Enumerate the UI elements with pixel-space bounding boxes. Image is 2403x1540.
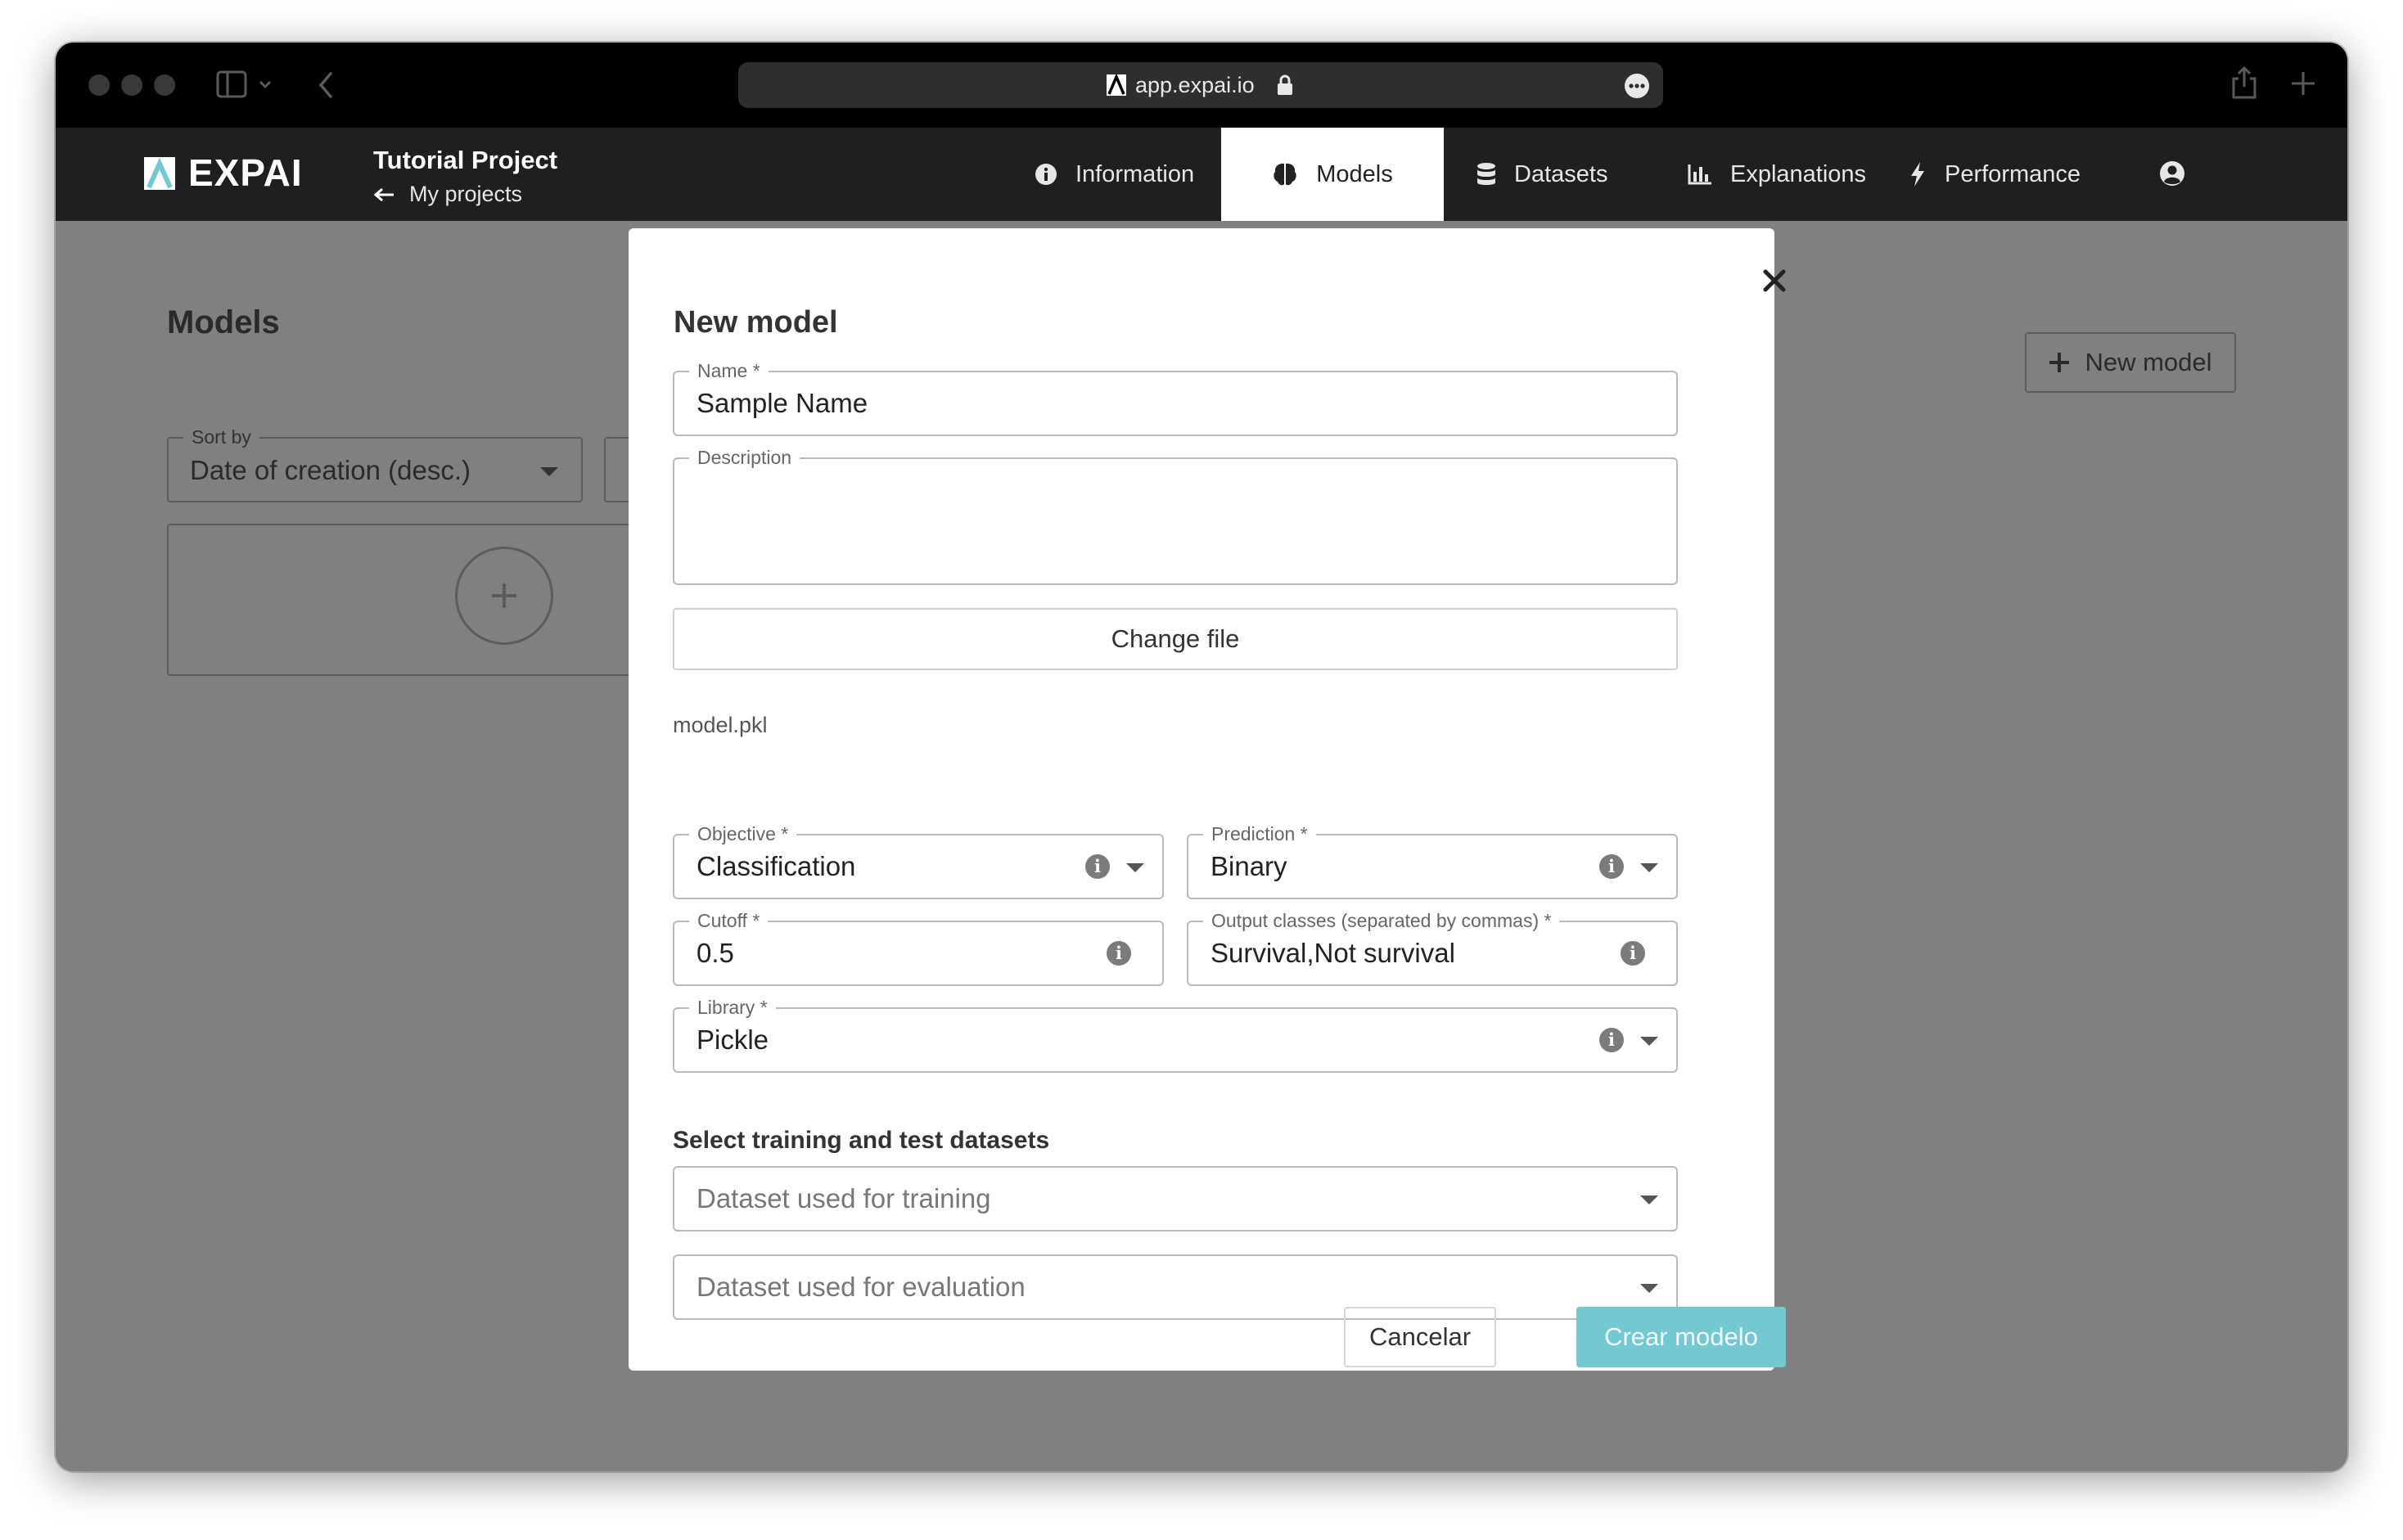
evaluation-dataset-select[interactable]: Dataset used for evaluation: [673, 1254, 1678, 1320]
user-circle-icon[interactable]: [2159, 160, 2185, 191]
dialog-title: New model: [674, 305, 838, 340]
share-icon[interactable]: [2231, 65, 2257, 104]
create-model-button[interactable]: Crear modelo: [1576, 1307, 1786, 1367]
sort-by-label: Sort by: [183, 426, 259, 448]
close-window-dot[interactable]: [88, 74, 110, 96]
new-model-button[interactable]: New model: [2025, 332, 2236, 393]
output-classes-info-icon[interactable]: i: [1621, 941, 1645, 966]
arrow-left-icon: [373, 187, 394, 202]
add-model-card[interactable]: [167, 524, 642, 676]
browser-titlebar: app.expai.io: [56, 43, 2347, 128]
nav-models-label: Models: [1316, 160, 1393, 187]
new-model-dialog: New model Name * Sample Name Description…: [629, 228, 1786, 1371]
evaluation-dataset-placeholder: Dataset used for evaluation: [697, 1272, 1026, 1302]
nav-performance-label: Performance: [1945, 160, 2081, 187]
cutoff-field[interactable]: Cutoff * 0.5 i: [673, 909, 1164, 986]
sidebar-toggle-icon[interactable]: [216, 70, 273, 104]
sort-by-value: Date of creation (desc.): [190, 455, 471, 485]
prediction-info-icon[interactable]: i: [1599, 854, 1624, 879]
nav-explanations-label: Explanations: [1730, 160, 1867, 187]
name-label: Name *: [689, 359, 769, 382]
chevron-down-icon: [1126, 863, 1144, 872]
brain-icon: [1272, 162, 1298, 187]
nav-models[interactable]: Models: [1221, 128, 1444, 221]
my-projects-label: My projects: [409, 182, 523, 206]
objective-label: Objective *: [689, 822, 797, 845]
nav-datasets[interactable]: Datasets: [1460, 128, 1624, 221]
nav-performance[interactable]: Performance: [1892, 128, 2097, 221]
address-bar[interactable]: app.expai.io: [738, 62, 1663, 108]
selected-file-name: model.pkl: [673, 713, 768, 737]
app-navbar: EXPAI Tutorial Project My projects Infor…: [56, 128, 2347, 221]
browser-window: app.expai.io EXPAI Tutorial Project My p…: [56, 43, 2347, 1471]
training-dataset-placeholder: Dataset used for training: [697, 1183, 991, 1214]
my-projects-link[interactable]: My projects: [373, 182, 522, 207]
chevron-down-icon: [1640, 1037, 1658, 1046]
prediction-value: Binary: [1211, 851, 1287, 881]
new-tab-icon[interactable]: [2290, 70, 2316, 101]
output-classes-field[interactable]: Output classes (separated by commas) * S…: [1187, 909, 1678, 986]
sort-by-select[interactable]: Sort by Date of creation (desc.): [167, 426, 583, 502]
back-arrow-icon[interactable]: [316, 70, 336, 104]
expai-logo-icon[interactable]: [144, 157, 175, 194]
add-model-circle[interactable]: [455, 547, 553, 645]
cancel-button[interactable]: Cancelar: [1344, 1307, 1496, 1367]
change-file-button[interactable]: Change file: [673, 608, 1678, 670]
training-dataset-select[interactable]: Dataset used for training: [673, 1166, 1678, 1232]
nav-datasets-label: Datasets: [1514, 160, 1608, 187]
cutoff-value: 0.5: [697, 938, 734, 968]
description-field[interactable]: Description: [673, 446, 1678, 585]
new-model-label: New model: [2085, 348, 2212, 376]
cutoff-label: Cutoff *: [689, 909, 769, 932]
objective-info-icon[interactable]: i: [1085, 854, 1110, 879]
more-options-icon[interactable]: [1624, 73, 1650, 103]
project-title: Tutorial Project: [373, 146, 558, 174]
library-info-icon[interactable]: i: [1599, 1028, 1624, 1052]
library-value: Pickle: [697, 1024, 769, 1055]
objective-value: Classification: [697, 851, 856, 881]
library-label: Library *: [689, 996, 776, 1019]
plus-icon: [492, 583, 516, 608]
description-label: Description: [689, 446, 800, 469]
nav-information-label: Information: [1075, 160, 1195, 187]
chevron-down-icon: [1640, 863, 1658, 872]
chevron-down-icon: [1640, 1284, 1658, 1293]
output-classes-value: Survival,Not survival: [1211, 938, 1455, 968]
output-classes-label: Output classes (separated by commas) *: [1203, 909, 1560, 932]
site-favicon-icon: [1107, 73, 1126, 100]
nav-explanations[interactable]: Explanations: [1671, 128, 1882, 221]
expai-logo-text: EXPAI: [188, 151, 303, 194]
url-text: app.expai.io: [1135, 73, 1255, 97]
objective-select[interactable]: Objective * Classification i: [673, 822, 1164, 899]
library-select[interactable]: Library * Pickle i: [673, 996, 1678, 1073]
name-value: Sample Name: [697, 388, 868, 418]
minimize-window-dot[interactable]: [121, 74, 142, 96]
page-title: Models: [167, 304, 280, 340]
cutoff-info-icon[interactable]: i: [1107, 941, 1131, 966]
zoom-window-dot[interactable]: [154, 74, 175, 96]
bolt-icon: [1909, 161, 1927, 187]
close-icon[interactable]: [1763, 269, 1786, 296]
prediction-label: Prediction *: [1203, 822, 1316, 845]
database-icon: [1477, 162, 1496, 187]
nav-information[interactable]: Information: [1018, 128, 1211, 221]
bar-chart-icon: [1688, 164, 1712, 185]
plus-icon: [2049, 352, 2070, 373]
info-circle-icon: [1035, 163, 1057, 186]
prediction-select[interactable]: Prediction * Binary i: [1187, 822, 1678, 899]
lock-icon: [1277, 74, 1293, 101]
name-field[interactable]: Name * Sample Name: [673, 359, 1678, 436]
chevron-down-icon: [540, 467, 558, 476]
datasets-heading: Select training and test datasets: [673, 1127, 1050, 1154]
chevron-down-icon: [1640, 1196, 1658, 1205]
